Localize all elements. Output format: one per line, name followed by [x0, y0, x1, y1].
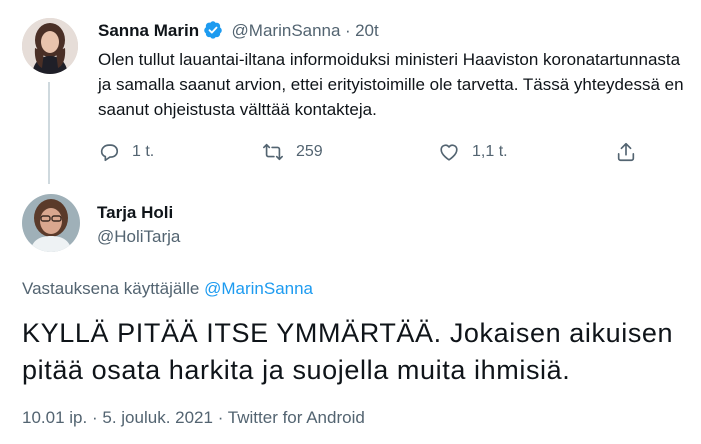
reply-context-label: Vastauksena käyttäjälle — [22, 279, 200, 298]
avatar-tarja-image — [22, 194, 80, 252]
avatar-sanna[interactable] — [22, 18, 78, 74]
retweet-button[interactable]: 259 — [262, 141, 323, 163]
author-name[interactable]: Sanna Marin — [98, 21, 199, 40]
retweet-icon — [263, 143, 283, 161]
separator-dot: · — [217, 408, 224, 427]
share-button[interactable] — [615, 141, 637, 163]
like-button[interactable]: 1,1 t. — [438, 141, 508, 163]
author-handle[interactable]: @MarinSanna — [232, 21, 341, 40]
separator-dot: · — [344, 21, 351, 40]
verified-badge-icon — [204, 21, 222, 39]
reply-button[interactable]: 1 t. — [98, 141, 154, 163]
author-name[interactable]: Tarja Holi — [97, 203, 173, 223]
reply-icon — [100, 144, 119, 162]
tweet1-text: Olen tullut lauantai-iltana informoiduks… — [98, 50, 684, 119]
separator-dot: · — [91, 408, 98, 427]
tweet2-text: KYLLÄ PITÄÄ ITSE YMMÄRTÄÄ. Jokaisen aiku… — [22, 318, 674, 385]
thread-line — [48, 82, 50, 184]
author-handle[interactable]: @HoliTarja — [97, 227, 180, 247]
share-icon — [617, 142, 635, 162]
tweet1-header: Sanna Marin @MarinSanna · 20t — [98, 20, 379, 41]
reply-to-link[interactable]: @MarinSanna — [204, 279, 313, 298]
reply-count: 1 t. — [132, 143, 155, 160]
tweet2-meta: 10.01 ip. · 5. jouluk. 2021 · Twitter fo… — [22, 408, 365, 428]
tweet-source[interactable]: Twitter for Android — [228, 408, 365, 427]
like-count: 1,1 t. — [472, 143, 508, 160]
tweet-date[interactable]: 5. jouluk. 2021 — [102, 408, 213, 427]
avatar-sanna-image — [22, 18, 78, 74]
heart-icon — [440, 144, 458, 161]
retweet-count: 259 — [296, 143, 323, 160]
avatar-tarja[interactable] — [22, 194, 80, 252]
tweet-time[interactable]: 20t — [355, 21, 379, 40]
reply-context: Vastauksena käyttäjälle @MarinSanna — [22, 279, 313, 299]
tweet-time[interactable]: 10.01 ip. — [22, 408, 87, 427]
